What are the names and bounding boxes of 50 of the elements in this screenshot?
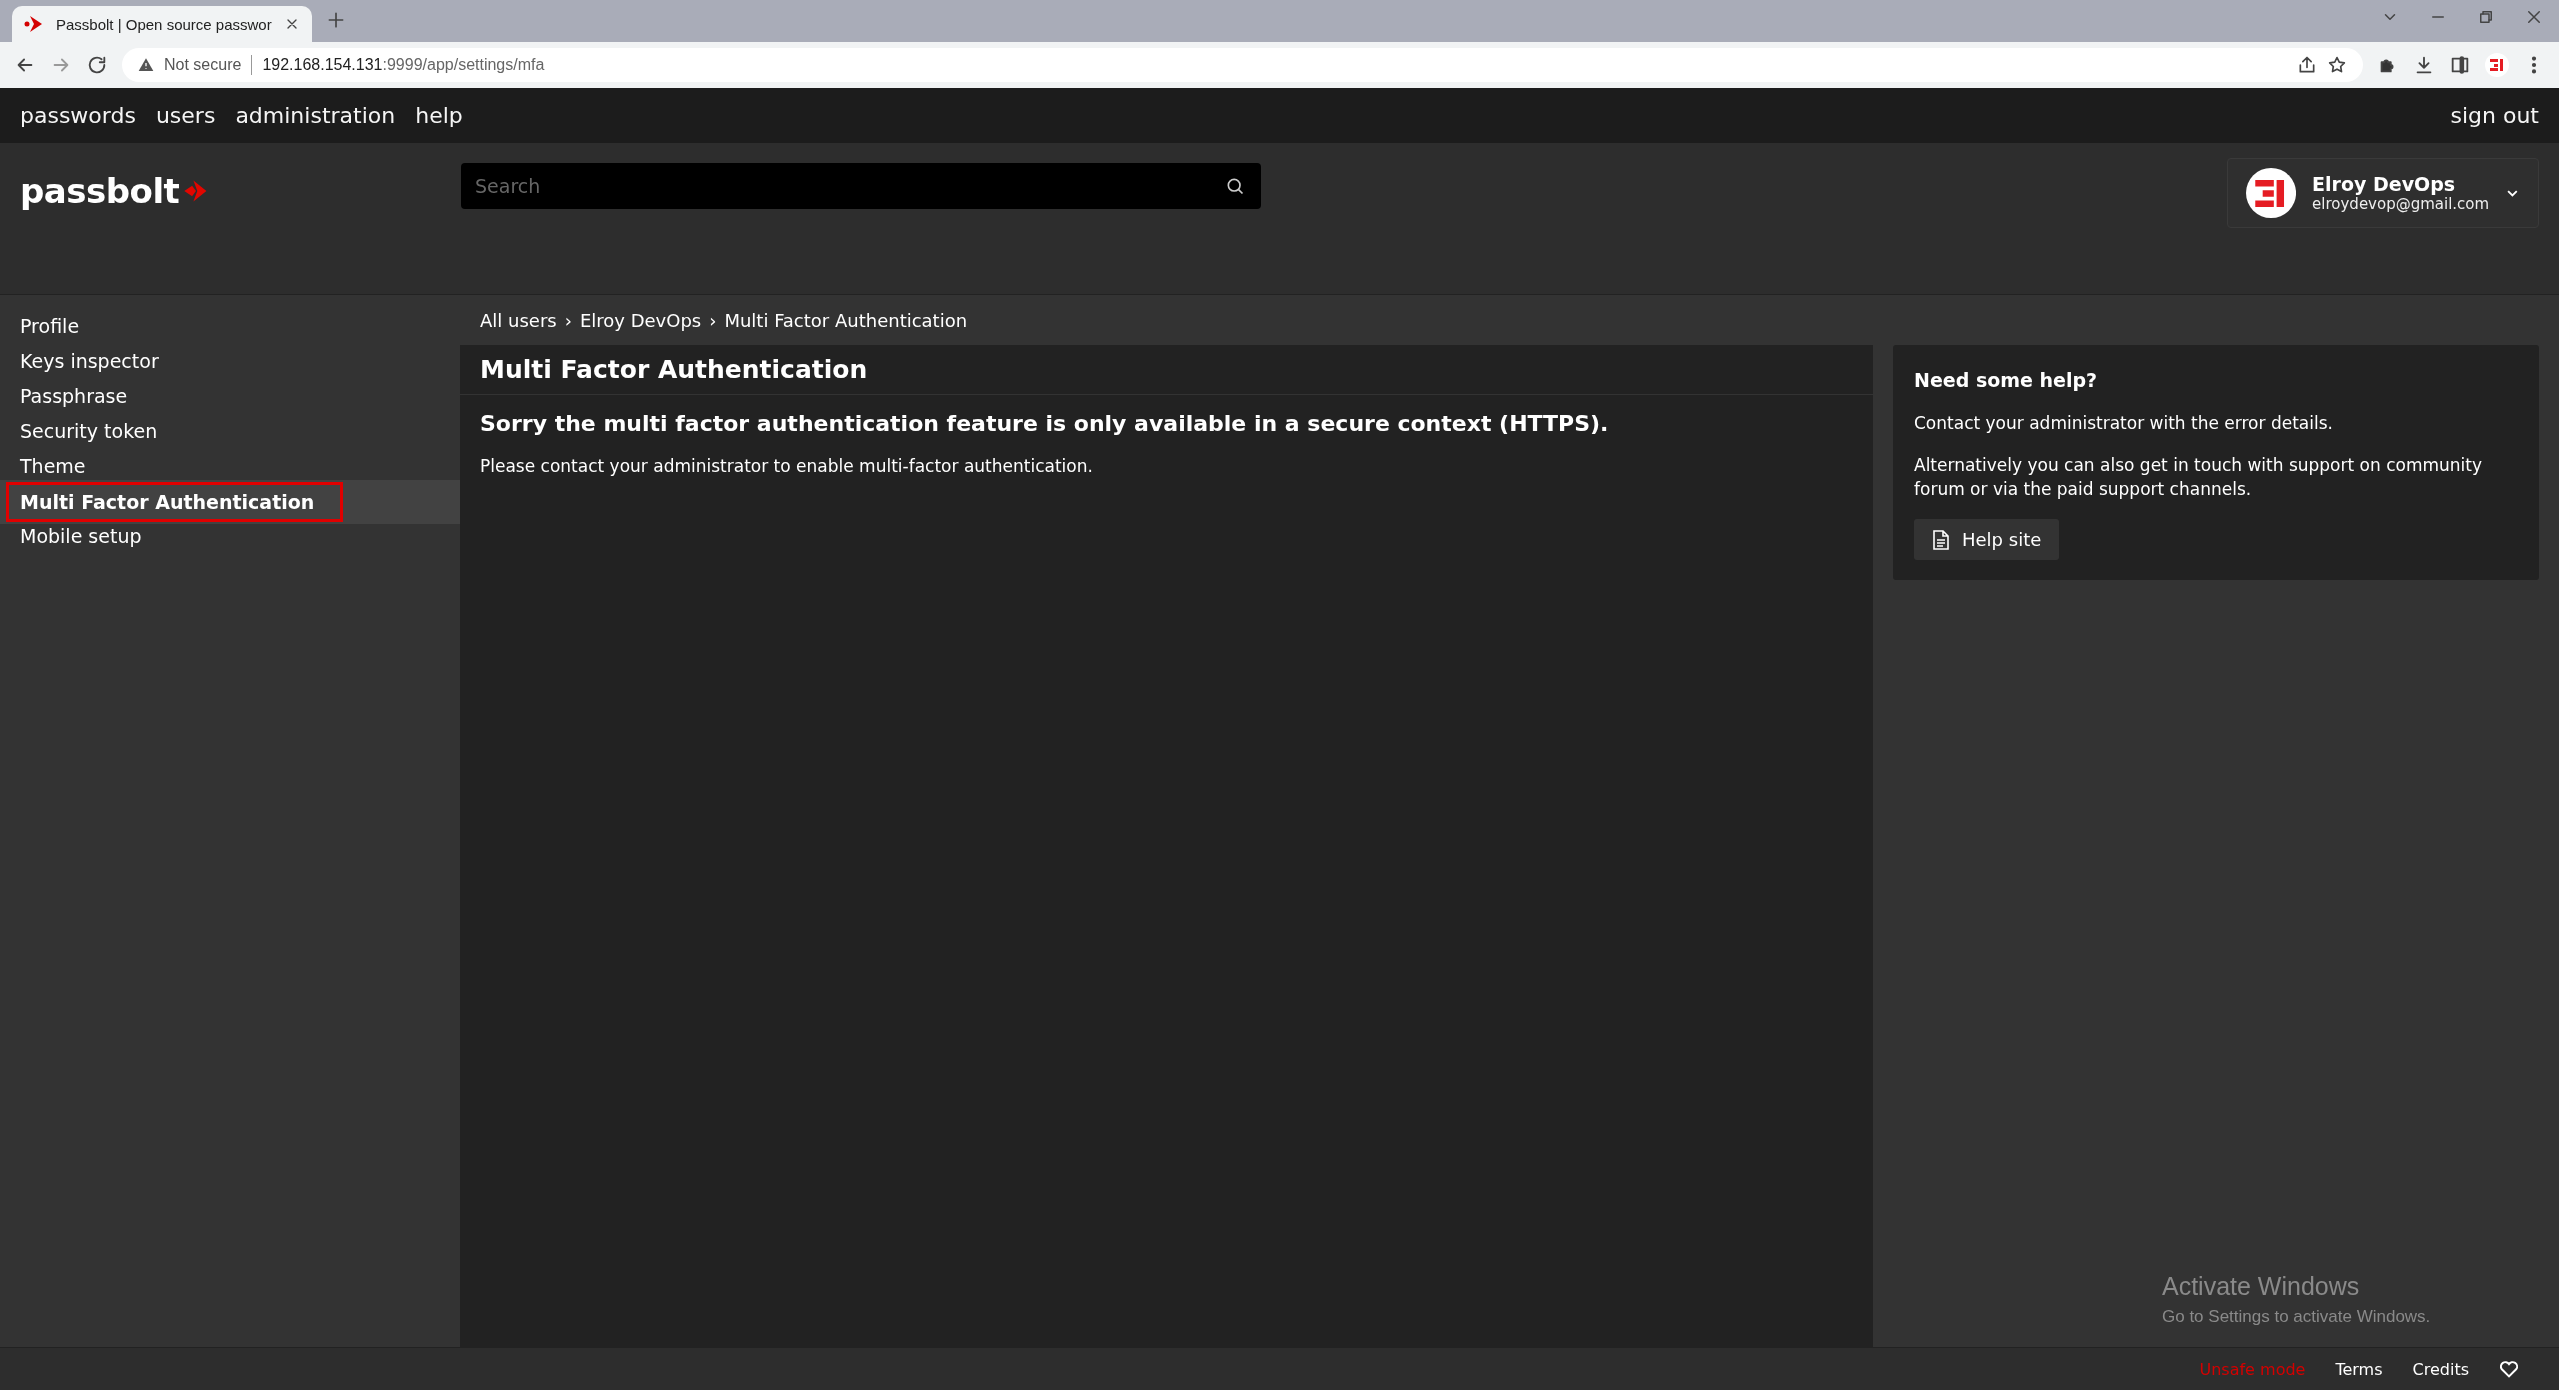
nav-link[interactable]: administration <box>235 103 396 128</box>
security-label: Not secure <box>164 56 242 74</box>
activation-notice-text: Go to Settings to activate Windows. <box>2162 1307 2431 1327</box>
sidebar-item[interactable]: Passphrase <box>0 379 460 414</box>
help-site-button[interactable]: Help site <box>1914 519 2060 560</box>
help-text: Contact your administrator with the error details. <box>1914 412 2334 435</box>
tab-title: Passbolt | Open source passwor <box>56 15 272 33</box>
warning-icon <box>138 57 154 73</box>
share-icon[interactable] <box>2297 55 2317 75</box>
breadcrumb-link[interactable]: All users <box>480 309 557 331</box>
breadcrumb-separator: › <box>564 309 572 331</box>
activation-notice-title: Activate Windows <box>2162 1272 2361 1301</box>
logo-text: passbolt <box>20 171 180 211</box>
reload-icon[interactable] <box>86 54 108 76</box>
star-icon[interactable] <box>2327 55 2347 75</box>
sign-out-link[interactable]: sign out <box>2450 103 2539 128</box>
help-text: Alternatively you can also get in touch with support on community forum or via the paid support channels. <box>1914 454 2483 501</box>
breadcrumb-separator: › <box>709 309 717 331</box>
passbolt-logo-icon <box>24 15 44 33</box>
side-panel-icon[interactable] <box>2449 54 2471 76</box>
footer-link[interactable]: Credits <box>2412 1359 2469 1379</box>
sidebar-item[interactable]: Multi Factor Authentication <box>0 480 460 524</box>
search-field[interactable]: Search <box>461 163 1261 209</box>
heart-icon[interactable] <box>2499 1360 2519 1378</box>
url-text: 192.168.154.131:9999/app/settings/mfa <box>262 56 546 74</box>
breadcrumb-link[interactable]: Elroy DevOps <box>579 309 702 331</box>
nav-link[interactable]: users <box>155 103 216 128</box>
search-icon[interactable] <box>1225 176 1245 196</box>
error-heading: Sorry the multi factor authentication feature is only available in a secure context (HTTPS). <box>479 410 1610 436</box>
profile-avatar-icon[interactable] <box>2485 53 2509 77</box>
breadcrumb-link[interactable]: Multi Factor Authentication <box>724 309 968 331</box>
close-icon[interactable] <box>2525 8 2543 26</box>
nav-link[interactable]: passwords <box>20 103 136 128</box>
restore-icon[interactable] <box>2477 8 2495 26</box>
sidebar-item[interactable]: Security token <box>0 414 460 449</box>
annotation-outline: Multi Factor Authentication <box>6 482 344 522</box>
footer-link[interactable]: Terms <box>2335 1359 2383 1379</box>
user-avatar-icon <box>2246 166 2297 220</box>
nav-link[interactable]: help <box>415 103 463 128</box>
browser-tab[interactable]: Passbolt | Open source passwor <box>12 6 312 42</box>
user-email: elroydevop@gmail.com <box>2312 195 2490 213</box>
error-message: Please contact your administrator to enable multi-factor authentication. <box>479 455 1094 478</box>
help-title: Need some help? <box>1914 369 2099 391</box>
sidebar-item[interactable]: Profile <box>0 309 460 344</box>
document-icon <box>1932 529 1950 550</box>
user-name: Elroy DevOps <box>2312 173 2457 195</box>
sidebar-item[interactable]: Keys inspector <box>0 344 460 379</box>
address-bar[interactable]: Not secure 192.168.154.131:9999/app/settings/mfa <box>122 48 2363 82</box>
user-menu[interactable]: Elroy DevOps elroydevop@gmail.com <box>2227 158 2539 228</box>
page-title: Multi Factor Authentication <box>460 345 1873 395</box>
